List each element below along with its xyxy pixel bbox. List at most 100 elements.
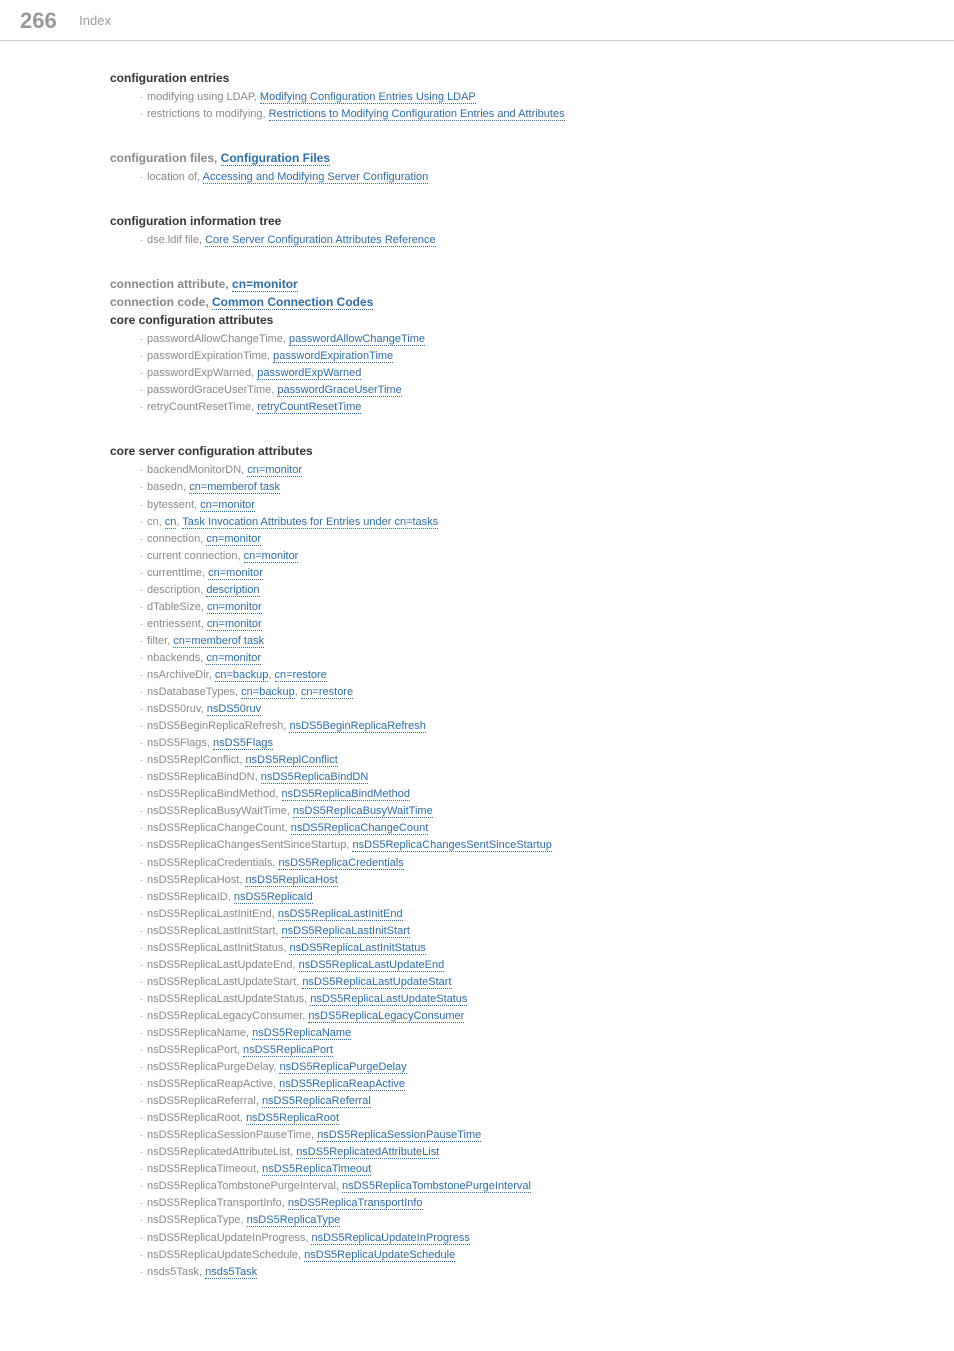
item-link[interactable]: nsDS5ReplicaLastUpdateStart — [302, 976, 451, 989]
list-item: -nsDS5ReplicaLastInitStart, nsDS5Replica… — [140, 923, 954, 940]
item-text: entriessent, — [147, 618, 207, 630]
item-link[interactable]: nsDS5ReplicaCredentials — [278, 857, 403, 870]
list-item: -nsDS5ReplicaUpdateSchedule, nsDS5Replic… — [140, 1247, 954, 1264]
item-link[interactable]: Modifying Configuration Entries Using LD… — [260, 91, 476, 104]
list-item: -description, description — [140, 582, 954, 599]
list-item: -nsDS5ReplicaLastUpdateStart, nsDS5Repli… — [140, 974, 954, 991]
item-link[interactable]: nsDS5ReplicaChangesSentSinceStartup — [352, 839, 551, 852]
item-link[interactable]: cn=backup — [241, 686, 295, 699]
section-heading: connection code, Common Connection Codes — [110, 295, 954, 309]
item-text: nsDS5ReplicaTombstonePurgeInterval, — [147, 1180, 342, 1192]
item-link[interactable]: nsDS5ReplicaHost — [245, 874, 337, 887]
item-link[interactable]: nsDS5ReplicaPurgeDelay — [279, 1061, 406, 1074]
bullet-icon: - — [140, 465, 143, 475]
item-text: nsDS5ReplicaBusyWaitTime, — [147, 805, 293, 817]
item-text: nsArchiveDir, — [147, 669, 215, 681]
list-item: -restrictions to modifying, Restrictions… — [140, 106, 954, 123]
item-link[interactable]: nsDS5ReplicaLegacyConsumer — [308, 1010, 464, 1023]
item-link[interactable]: nsDS5ReplicaTombstonePurgeInterval — [342, 1180, 531, 1193]
list-item: -dTableSize, cn=monitor — [140, 599, 954, 616]
item-text: location of, — [147, 171, 203, 183]
item-link[interactable]: nsDS5ReplicaTimeout — [262, 1163, 371, 1176]
item-link[interactable]: nsDS5Flags — [213, 737, 273, 750]
item-link[interactable]: nsDS5ReplicaType — [247, 1214, 341, 1227]
header-title: Index — [79, 13, 111, 28]
item-text: nsDS5ReplicaBindMethod, — [147, 788, 282, 800]
item-text: nsDatabaseTypes, — [147, 686, 241, 698]
item-link[interactable]: cn=restore — [275, 669, 327, 682]
item-link[interactable]: cn=monitor — [247, 464, 302, 477]
item-link[interactable]: cn=monitor — [244, 550, 299, 563]
section-heading: configuration entries — [110, 71, 954, 85]
heading-link[interactable]: Common Connection Codes — [212, 295, 373, 310]
item-link[interactable]: description — [206, 584, 259, 597]
item-link[interactable]: nsDS5ReplicaLastUpdateEnd — [299, 959, 445, 972]
item-link[interactable]: nsDS5ReplicaTransportInfo — [288, 1197, 423, 1210]
item-link[interactable]: cn=monitor — [207, 601, 262, 614]
item-link[interactable]: nsDS5ReplicatedAttributeList — [296, 1146, 439, 1159]
bullet-icon: - — [140, 892, 143, 902]
bullet-icon: - — [140, 653, 143, 663]
item-link[interactable]: Accessing and Modifying Server Configura… — [203, 171, 429, 184]
item-link[interactable]: passwordAllowChangeTime — [289, 333, 425, 346]
item-link[interactable]: nsDS5ReplicaLastInitEnd — [278, 908, 403, 921]
item-link[interactable]: passwordGraceUserTime — [277, 384, 401, 397]
item-text: nsDS5ReplicaPurgeDelay, — [147, 1061, 279, 1073]
item-text: nsDS5ReplicaCredentials, — [147, 857, 278, 869]
item-link[interactable]: Core Server Configuration Attributes Ref… — [205, 234, 436, 247]
item-link[interactable]: cn=monitor — [206, 652, 261, 665]
item-link[interactable]: cn=monitor — [200, 499, 255, 512]
item-link[interactable]: cn=memberof task — [189, 481, 280, 494]
list-item: -nsDS5ReplicaLastUpdateStatus, nsDS5Repl… — [140, 991, 954, 1008]
list-item: -nsDS5ReplicaLastInitStatus, nsDS5Replic… — [140, 940, 954, 957]
list-item: -location of, Accessing and Modifying Se… — [140, 169, 954, 186]
item-link[interactable]: nsDS5ReplicaId — [234, 891, 313, 904]
item-text: nsDS5ReplicaTransportInfo, — [147, 1197, 288, 1209]
item-link[interactable]: cn=monitor — [206, 533, 261, 546]
item-link[interactable]: nsDS5ReplicaUpdateSchedule — [304, 1249, 455, 1262]
item-link[interactable]: nsDS5ReplicaLastInitStart — [282, 925, 410, 938]
item-link[interactable]: nsDS5ReplicaUpdateInProgress — [311, 1232, 469, 1245]
item-text: nsDS5ReplicaLastUpdateEnd, — [147, 959, 299, 971]
item-link[interactable]: nsDS5ReplicaPort — [243, 1044, 333, 1057]
item-link[interactable]: nsDS5ReplicaBindDN — [261, 771, 369, 784]
heading-link[interactable]: cn=monitor — [232, 277, 298, 292]
item-link[interactable]: nsDS5ReplicaChangeCount — [291, 822, 429, 835]
item-link[interactable]: nsds5Task — [205, 1266, 257, 1279]
list-item: -nsArchiveDir, cn=backup, cn=restore — [140, 667, 954, 684]
item-text: nsDS5ReplicaLastUpdateStatus, — [147, 993, 310, 1005]
item-link[interactable]: nsDS5ReplicaSessionPauseTime — [317, 1129, 481, 1142]
heading-link[interactable]: Configuration Files — [221, 151, 330, 166]
item-link[interactable]: nsDS5ReplConflict — [245, 754, 337, 767]
item-link[interactable]: Task Invocation Attributes for Entries u… — [182, 516, 438, 529]
item-link[interactable]: passwordExpWarned — [257, 367, 361, 380]
section-heading: core server configuration attributes — [110, 444, 954, 458]
item-link[interactable]: nsDS5ReplicaBindMethod — [282, 788, 410, 801]
item-link[interactable]: nsDS5ReplicaLastUpdateStatus — [310, 993, 467, 1006]
item-link[interactable]: cn=restore — [301, 686, 353, 699]
item-link[interactable]: retryCountResetTime — [257, 401, 361, 414]
item-link[interactable]: cn — [165, 516, 177, 529]
item-link[interactable]: cn=memberof task — [173, 635, 264, 648]
item-link[interactable]: nsDS5ReplicaRoot — [246, 1112, 339, 1125]
list-item: -dse.ldif file, Core Server Configuratio… — [140, 232, 954, 249]
item-link[interactable]: nsDS5ReplicaReferral — [262, 1095, 371, 1108]
item-link[interactable]: nsDS5ReplicaReapActive — [279, 1078, 405, 1091]
item-text: nsDS5ReplicaRoot, — [147, 1112, 246, 1124]
item-link[interactable]: cn=monitor — [207, 618, 262, 631]
item-text: nsDS5ReplicaTimeout, — [147, 1163, 262, 1175]
bullet-icon: - — [140, 568, 143, 578]
item-link[interactable]: nsDS5ReplicaLastInitStatus — [289, 942, 425, 955]
bullet-icon: - — [140, 1011, 143, 1021]
bullet-icon: - — [140, 334, 143, 344]
item-link[interactable]: Restrictions to Modifying Configuration … — [269, 108, 565, 121]
item-link[interactable]: nsDS5ReplicaName — [252, 1027, 351, 1040]
item-link[interactable]: cn=backup — [215, 669, 269, 682]
list-item: -nsDS5ReplicaTimeout, nsDS5ReplicaTimeou… — [140, 1161, 954, 1178]
item-link[interactable]: nsDS5BeginReplicaRefresh — [289, 720, 425, 733]
item-link[interactable]: nsDS50ruv — [207, 703, 261, 716]
item-text: connection, — [147, 533, 206, 545]
item-link[interactable]: nsDS5ReplicaBusyWaitTime — [293, 805, 433, 818]
item-link[interactable]: cn=monitor — [208, 567, 263, 580]
item-link[interactable]: passwordExpirationTime — [273, 350, 393, 363]
